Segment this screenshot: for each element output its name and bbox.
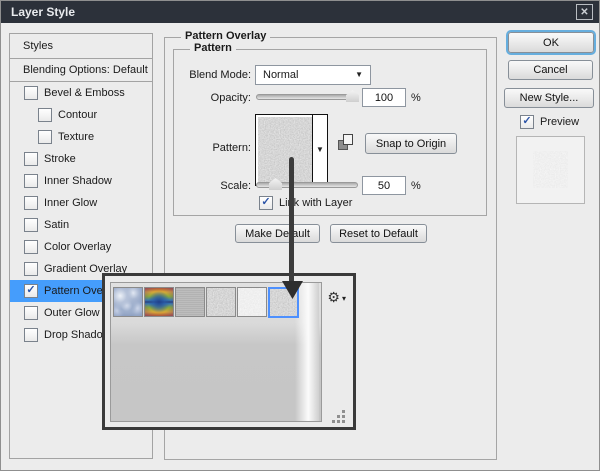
outer-glow-checkbox[interactable]: ✓: [24, 306, 38, 320]
blend-mode-label: Blend Mode:: [189, 69, 251, 81]
pattern-overlay-checkbox[interactable]: ✓: [24, 284, 38, 298]
sidebar-item-styles[interactable]: Styles: [10, 34, 152, 59]
ok-button[interactable]: OK: [508, 32, 594, 53]
section-title: Pattern Overlay: [181, 30, 271, 42]
layer-style-dialog: Layer Style ✕ Styles Blending Options: D…: [0, 0, 600, 471]
pattern-picker-popup: ⚙ ▾: [102, 273, 356, 430]
group-title: Pattern: [190, 42, 236, 54]
pattern-thumbnail-gray-noise[interactable]: [206, 287, 236, 317]
inner-shadow-checkbox[interactable]: ✓: [24, 174, 38, 188]
link-with-layer-checkbox[interactable]: ✓: [259, 196, 273, 210]
pattern-thumbnails: [113, 287, 300, 318]
pattern-list-well: [110, 282, 322, 422]
chevron-down-icon: ▼: [355, 70, 363, 79]
contour-checkbox[interactable]: ✓: [38, 108, 52, 122]
color-overlay-checkbox[interactable]: ✓: [24, 240, 38, 254]
sidebar-item-inner-glow[interactable]: ✓ Inner Glow: [10, 192, 152, 214]
annotation-arrow-line: [289, 157, 294, 283]
pattern-picker-arrow[interactable]: ▼: [312, 115, 327, 185]
pattern-label: Pattern:: [212, 142, 251, 154]
new-pattern-button[interactable]: [335, 133, 355, 152]
new-style-button[interactable]: New Style...: [504, 88, 594, 108]
pattern-thumbnail-light-noise[interactable]: [237, 287, 267, 317]
blend-mode-value: Normal: [263, 69, 299, 81]
pattern-swatch[interactable]: [258, 117, 312, 183]
texture-checkbox[interactable]: ✓: [38, 130, 52, 144]
snap-to-origin-button[interactable]: Snap to Origin: [365, 133, 457, 154]
chevron-down-icon: ▼: [316, 145, 324, 154]
scale-label: Scale:: [220, 180, 251, 192]
preview-thumbnail: [516, 136, 585, 204]
reset-to-default-button[interactable]: Reset to Default: [330, 224, 427, 243]
popup-menu-button[interactable]: ⚙ ▾: [327, 290, 346, 304]
stroke-checkbox[interactable]: ✓: [24, 152, 38, 166]
pattern-thumbnail-tie-dye[interactable]: [144, 287, 174, 317]
pattern-thumbnail-bubbles[interactable]: [113, 287, 143, 317]
blend-mode-select[interactable]: Normal ▼: [255, 65, 371, 85]
gear-icon: ⚙: [327, 289, 340, 305]
resize-grip[interactable]: [342, 410, 345, 413]
inner-glow-checkbox[interactable]: ✓: [24, 196, 38, 210]
drop-shadow-checkbox[interactable]: ✓: [24, 328, 38, 342]
bevel-emboss-checkbox[interactable]: ✓: [24, 86, 38, 100]
gradient-overlay-checkbox[interactable]: ✓: [24, 262, 38, 276]
title-bar[interactable]: Layer Style: [1, 1, 599, 23]
close-icon[interactable]: ✕: [576, 4, 593, 20]
make-default-button[interactable]: Make Default: [235, 224, 320, 243]
opacity-slider-track[interactable]: [256, 94, 358, 100]
sidebar-item-contour[interactable]: ✓ Contour: [10, 104, 152, 126]
opacity-input[interactable]: [362, 88, 406, 107]
sidebar-item-color-overlay[interactable]: ✓ Color Overlay: [10, 236, 152, 258]
opacity-label: Opacity:: [210, 92, 251, 104]
preview-checkbox[interactable]: ✓: [520, 115, 534, 129]
preview-label: Preview: [540, 116, 580, 128]
opacity-unit: %: [411, 92, 421, 104]
link-with-layer-row: ✓ Link with Layer: [259, 196, 352, 210]
satin-checkbox[interactable]: ✓: [24, 218, 38, 232]
cancel-button[interactable]: Cancel: [508, 60, 593, 80]
sidebar-item-satin[interactable]: ✓ Satin: [10, 214, 152, 236]
window-title: Layer Style: [11, 5, 76, 19]
scale-unit: %: [411, 180, 421, 192]
chevron-down-icon: ▾: [341, 294, 346, 303]
pattern-thumbnail-woven[interactable]: [175, 287, 205, 317]
preview-pattern-swatch: [533, 151, 568, 188]
scale-input[interactable]: [362, 176, 406, 195]
preview-row: ✓ Preview: [520, 115, 579, 129]
